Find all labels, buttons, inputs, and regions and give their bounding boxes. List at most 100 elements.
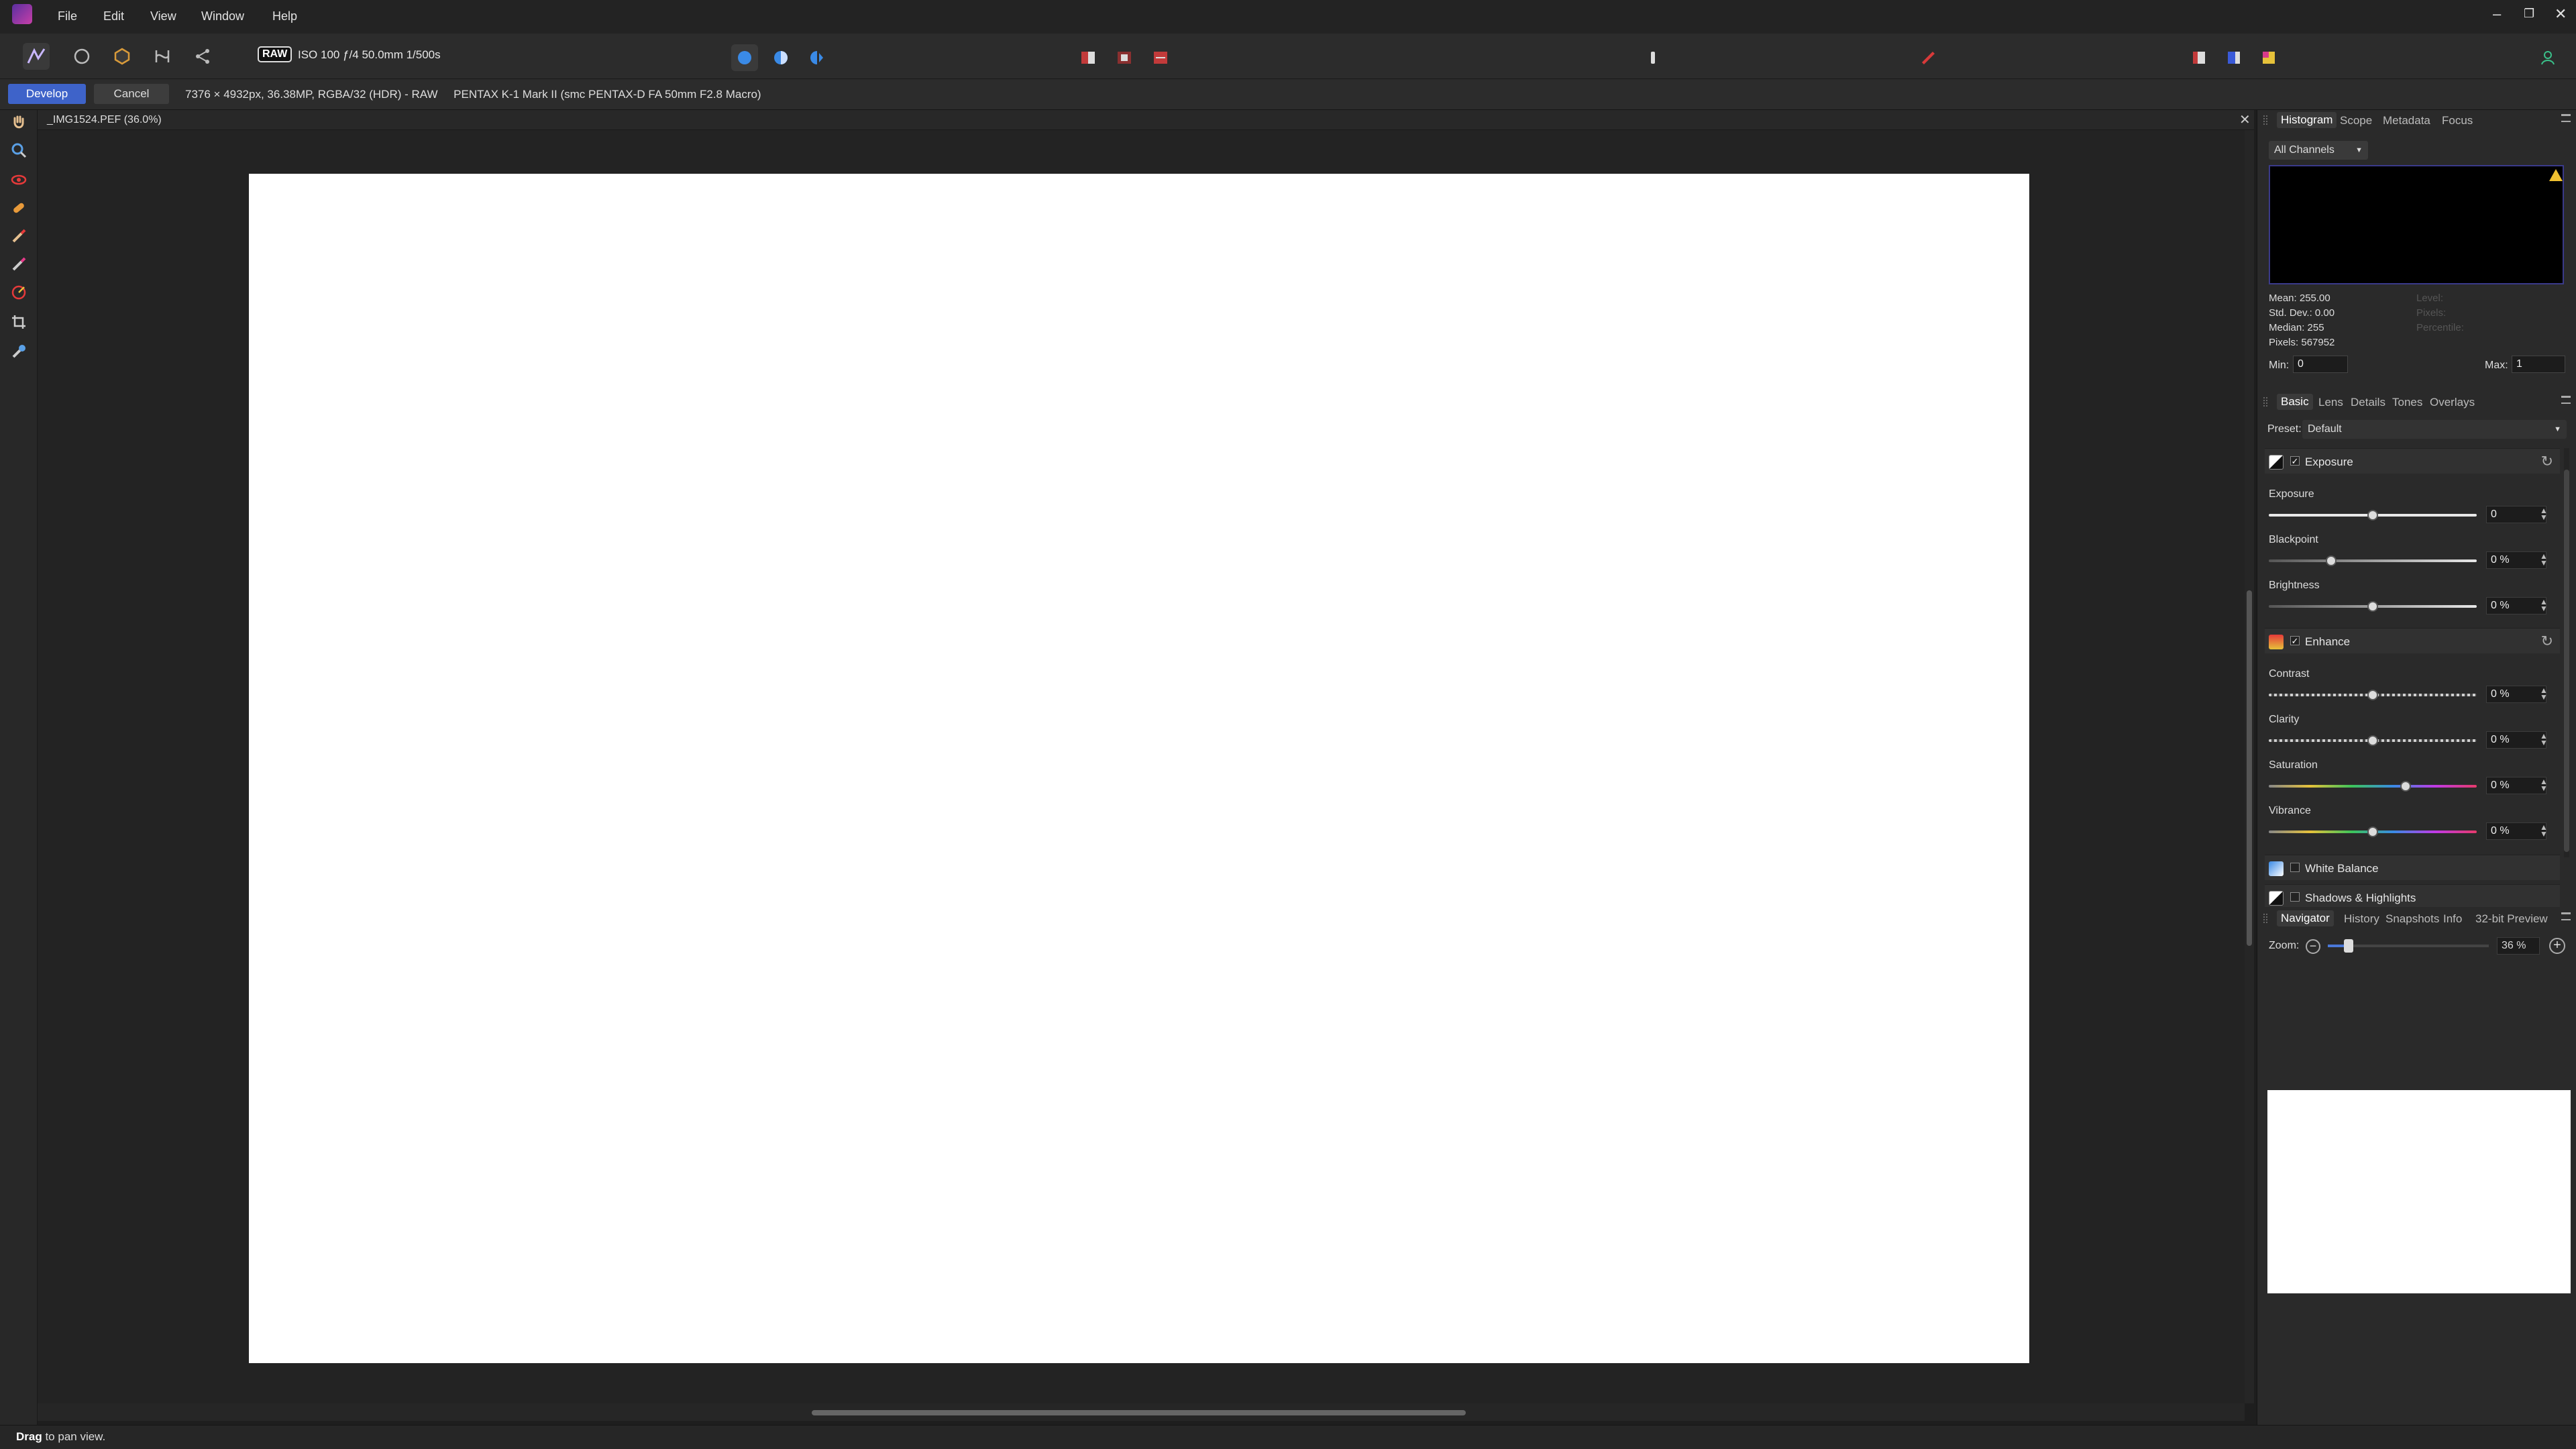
account-icon[interactable] [2534, 44, 2561, 71]
exposure-value[interactable]: 0 [2486, 506, 2546, 523]
stepper-icon[interactable]: ▲ ▼ [2540, 777, 2548, 792]
vibrance-slider-knob[interactable] [2367, 826, 2378, 837]
mirror-view-icon[interactable] [1111, 44, 1138, 71]
colour-panels-icon[interactable] [2255, 44, 2282, 71]
minimize-icon[interactable]: – [2493, 5, 2501, 23]
tab-basic[interactable]: Basic [2277, 394, 2313, 410]
tab-navigator[interactable]: Navigator [2277, 910, 2334, 926]
blackpoint-slider[interactable] [2269, 559, 2477, 562]
panel-menu-icon[interactable] [2561, 912, 2571, 920]
menu-help[interactable]: Help [272, 9, 297, 23]
clipped-tones-icon[interactable] [804, 44, 830, 71]
clipped-shadows-icon[interactable] [767, 44, 794, 71]
blackpoint-slider-knob[interactable] [2326, 555, 2337, 566]
menu-view[interactable]: View [150, 9, 176, 23]
tone-mapping-persona-icon[interactable] [109, 43, 136, 70]
overlay-paint-tool-icon[interactable] [7, 224, 31, 248]
stepper-icon[interactable]: ▲ ▼ [2540, 506, 2548, 521]
shadows-highlights-group-header[interactable]: Shadows & Highlights [2265, 884, 2560, 907]
panel-menu-icon[interactable] [2561, 396, 2571, 404]
restore-icon[interactable]: ❐ [2524, 7, 2534, 21]
min-field[interactable]: 0 [2293, 356, 2348, 373]
close-document-icon[interactable]: ✕ [2239, 111, 2251, 128]
clipped-highlights-icon[interactable] [731, 44, 758, 71]
panel-menu-icon[interactable] [2561, 114, 2571, 122]
blackpoint-value[interactable]: 0 % [2486, 551, 2546, 569]
panel-scroll-thumb[interactable] [2564, 470, 2569, 852]
photo-image[interactable] [249, 174, 2029, 1363]
zoom-out-icon[interactable]: − [2306, 939, 2320, 954]
channel-select[interactable]: All Channels ▼ [2269, 141, 2368, 160]
compare-view-icon[interactable] [1147, 44, 1174, 71]
overlay-gradient-tool-icon[interactable] [7, 280, 31, 305]
crop-tool-icon[interactable] [7, 310, 31, 334]
tab-histogram[interactable]: Histogram [2277, 112, 2337, 128]
vibrance-value[interactable]: 0 % [2486, 822, 2546, 840]
white-balance-checkbox[interactable] [2290, 863, 2300, 872]
brightness-slider-knob[interactable] [2367, 601, 2378, 612]
develop-button[interactable]: Develop [8, 84, 86, 104]
white-balance-tool-icon[interactable] [7, 339, 31, 364]
cancel-button[interactable]: Cancel [94, 84, 169, 104]
assistant-icon[interactable] [1915, 44, 1941, 71]
tab-snapshots[interactable]: Snapshots [2385, 912, 2439, 926]
saturation-value[interactable]: 0 % [2486, 777, 2546, 794]
menu-window[interactable]: Window [201, 9, 244, 23]
clarity-value[interactable]: 0 % [2486, 731, 2546, 749]
photo-persona-icon[interactable] [68, 43, 95, 70]
contrast-slider-knob[interactable] [2367, 690, 2378, 700]
reset-icon[interactable]: ↻ [2541, 453, 2553, 470]
info-icon[interactable] [1640, 44, 1666, 71]
liquify-persona-icon[interactable] [149, 43, 176, 70]
enhance-checkbox[interactable]: ✓ [2290, 636, 2300, 645]
zoom-value[interactable]: 36 % [2497, 937, 2540, 955]
panel-grip-icon[interactable] [2263, 115, 2267, 125]
clarity-slider-knob[interactable] [2367, 735, 2378, 746]
tab-overlays[interactable]: Overlays [2430, 396, 2475, 409]
tab-32bit-preview[interactable]: 32-bit Preview [2475, 912, 2548, 926]
saturation-slider-knob[interactable] [2400, 781, 2411, 792]
tab-details[interactable]: Details [2351, 396, 2385, 409]
exposure-slider-knob[interactable] [2367, 510, 2378, 521]
navigator-preview[interactable] [2267, 1090, 2571, 1293]
export-persona-icon[interactable] [189, 43, 216, 70]
panel-grip-icon[interactable] [2263, 397, 2267, 407]
view-tool-hand-icon[interactable] [7, 110, 31, 134]
tab-focus[interactable]: Focus [2442, 114, 2473, 127]
stepper-icon[interactable]: ▲ ▼ [2540, 552, 2548, 567]
max-field[interactable]: 1 [2512, 356, 2565, 373]
red-eye-tool-icon[interactable] [7, 168, 31, 192]
tab-metadata[interactable]: Metadata [2383, 114, 2430, 127]
tab-scope[interactable]: Scope [2340, 114, 2372, 127]
show-panels-icon[interactable] [2220, 44, 2247, 71]
saturation-slider[interactable] [2269, 785, 2477, 788]
panel-grip-icon[interactable] [2263, 914, 2267, 923]
vertical-scroll-thumb[interactable] [2247, 590, 2252, 946]
reset-icon[interactable]: ↻ [2541, 633, 2553, 650]
zoom-slider-knob[interactable] [2344, 939, 2353, 953]
menu-edit[interactable]: Edit [103, 9, 124, 23]
tab-tones[interactable]: Tones [2392, 396, 2422, 409]
show-layers-icon[interactable] [2186, 44, 2212, 71]
stepper-icon[interactable]: ▲ ▼ [2540, 823, 2548, 838]
close-window-icon[interactable]: ✕ [2555, 5, 2567, 23]
zoom-in-icon[interactable]: + [2549, 938, 2565, 954]
exposure-checkbox[interactable]: ✓ [2290, 456, 2300, 466]
stepper-icon[interactable]: ▲ ▼ [2540, 732, 2548, 747]
horizontal-scroll-thumb[interactable] [812, 1410, 1466, 1415]
enhance-group-header[interactable]: ✓ Enhance ↻ [2265, 628, 2560, 653]
zoom-tool-icon[interactable] [7, 138, 31, 162]
stepper-icon[interactable]: ▲ ▼ [2540, 598, 2548, 612]
document-tab[interactable] [38, 110, 2254, 130]
tab-lens[interactable]: Lens [2318, 396, 2343, 409]
warning-icon[interactable] [2549, 169, 2563, 181]
tab-info[interactable]: Info [2443, 912, 2462, 926]
preset-select[interactable]: Default ▼ [2302, 420, 2567, 439]
stepper-icon[interactable]: ▲ ▼ [2540, 686, 2548, 701]
tab-history[interactable]: History [2344, 912, 2379, 926]
menu-file[interactable]: File [58, 9, 77, 23]
white-balance-group-header[interactable]: White Balance [2265, 855, 2560, 880]
split-view-icon[interactable] [1075, 44, 1102, 71]
blemish-removal-tool-icon[interactable] [7, 196, 31, 220]
overlay-erase-tool-icon[interactable] [7, 252, 31, 276]
